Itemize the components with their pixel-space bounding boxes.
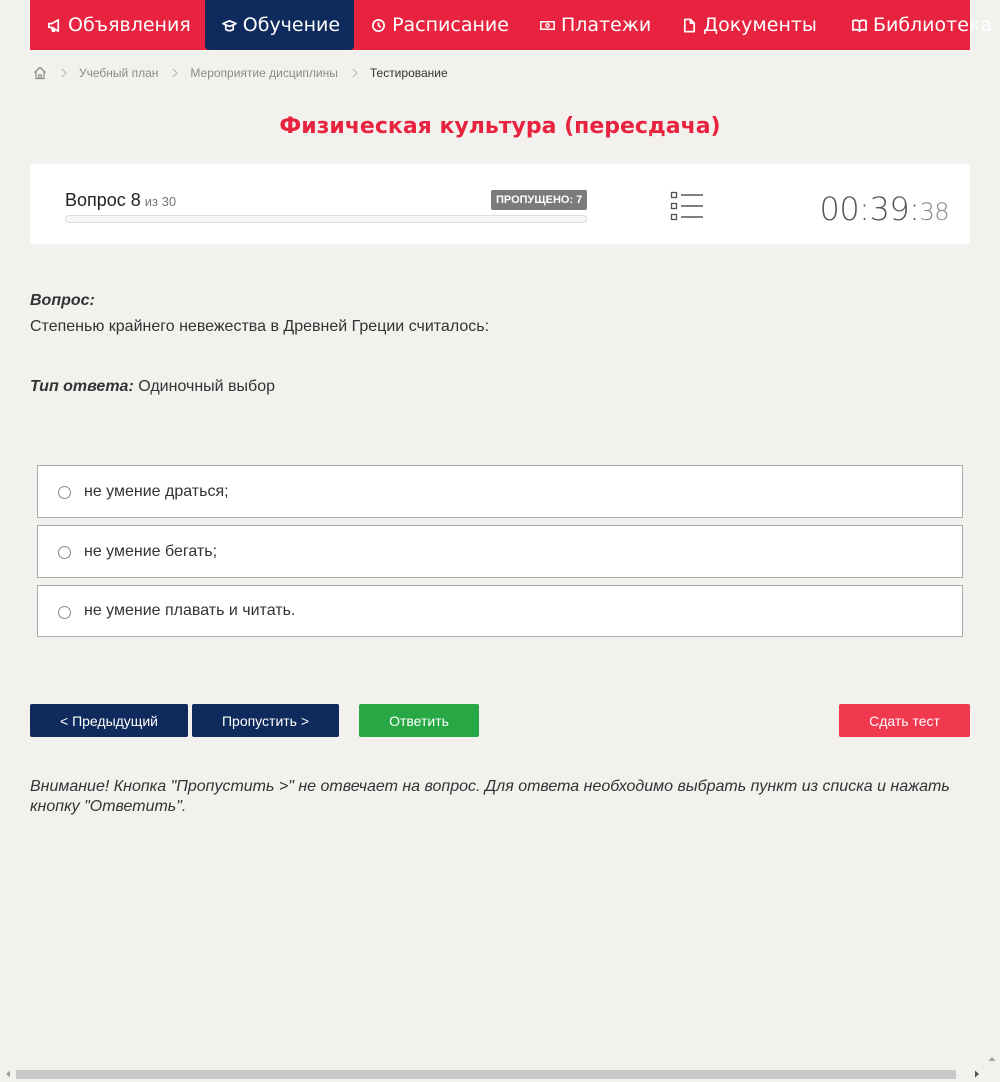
nav-item-announcements[interactable]: Объявления	[30, 0, 205, 50]
radio-button[interactable]	[58, 486, 71, 499]
horizontal-scrollbar[interactable]	[0, 1066, 985, 1082]
nav-item-documents[interactable]: Документы	[665, 0, 831, 50]
nav-item-library[interactable]: Библиотека	[835, 0, 1000, 50]
breadcrumb-current: Тестирование	[369, 66, 448, 80]
answer-option-text: не умение драться;	[84, 482, 229, 500]
answer-option[interactable]: не умение драться;	[37, 465, 963, 518]
scroll-right-arrow-icon[interactable]	[972, 1069, 982, 1079]
question-total: из 30	[144, 194, 177, 209]
nav-label: Расписание	[392, 14, 509, 36]
scroll-up-arrow-icon[interactable]	[987, 1054, 997, 1064]
home-icon[interactable]	[33, 66, 47, 80]
nav-item-learning[interactable]: Обучение	[204, 0, 355, 50]
skip-warning: Внимание! Кнопка "Пропустить >" не отвеч…	[30, 778, 950, 815]
answer-option-text: не умение плавать и читать.	[84, 602, 296, 619]
breadcrumb: Учебный план Мероприятие дисциплины Тест…	[33, 63, 448, 83]
timer-main: 00:39:	[819, 190, 920, 228]
answer-option-text: не умение бегать;	[84, 542, 218, 560]
nav-label: Документы	[703, 14, 817, 36]
breadcrumb-curriculum[interactable]: Учебный план	[79, 66, 158, 80]
nav-label: Платежи	[560, 14, 652, 36]
skipped-badge: ПРОПУЩЕНО: 7	[491, 190, 588, 210]
chevron-right-icon	[61, 68, 67, 78]
answer-type-value: Одиночный выбор	[138, 378, 275, 395]
book-icon	[852, 18, 867, 32]
graduation-cap-icon	[221, 19, 237, 31]
question-heading: Вопрос:	[30, 292, 95, 309]
previous-button[interactable]: < Предыдущий	[30, 704, 188, 737]
timer-seconds: 38	[919, 198, 949, 226]
answer-option[interactable]: не умение бегать;	[37, 525, 963, 578]
answer-option[interactable]: не умение плавать и читать.	[37, 585, 963, 637]
question-number: Вопрос 8	[65, 190, 141, 210]
skip-button[interactable]: Пропустить >	[192, 704, 339, 737]
main-nav: Объявления Обучение Расписание Платежи Д…	[30, 0, 992, 50]
submit-test-button[interactable]: Сдать тест	[839, 704, 970, 737]
question-list-icon[interactable]	[670, 191, 704, 221]
progress-bar	[65, 215, 587, 223]
nav-label: Обучение	[242, 14, 341, 36]
scroll-left-arrow-icon[interactable]	[3, 1069, 13, 1079]
answer-type: Тип ответа: Одиночный выбор	[30, 378, 275, 396]
question-text: Степенью крайнего невежества в Древней Г…	[30, 318, 490, 335]
progress-panel: Вопрос 8 из 30 ПРОПУЩЕНО: 7 00:39:38	[30, 164, 970, 244]
chevron-right-icon	[172, 68, 179, 78]
radio-button[interactable]	[58, 546, 71, 559]
nav-item-payments[interactable]: Платежи	[523, 0, 665, 50]
nav-label: Библиотека	[872, 14, 993, 36]
chevron-right-icon	[352, 68, 358, 78]
nav-label: Объявления	[68, 14, 191, 36]
megaphone-icon	[48, 18, 60, 32]
question-counter: Вопрос 8 из 30	[65, 190, 176, 211]
scrollbar-thumb[interactable]	[16, 1070, 956, 1079]
clock-icon	[372, 18, 386, 32]
radio-button[interactable]	[58, 605, 71, 619]
page-title: Физическая культура (пересдача)	[279, 114, 721, 139]
money-icon	[540, 20, 555, 30]
countdown-timer: 00:39:38	[819, 190, 949, 228]
document-icon	[684, 18, 696, 32]
answer-type-label: Тип ответа:	[30, 378, 134, 395]
nav-item-schedule[interactable]: Расписание	[354, 0, 523, 50]
answer-button[interactable]: Ответить	[359, 704, 479, 737]
breadcrumb-discipline-event[interactable]: Мероприятие дисциплины	[190, 66, 337, 80]
